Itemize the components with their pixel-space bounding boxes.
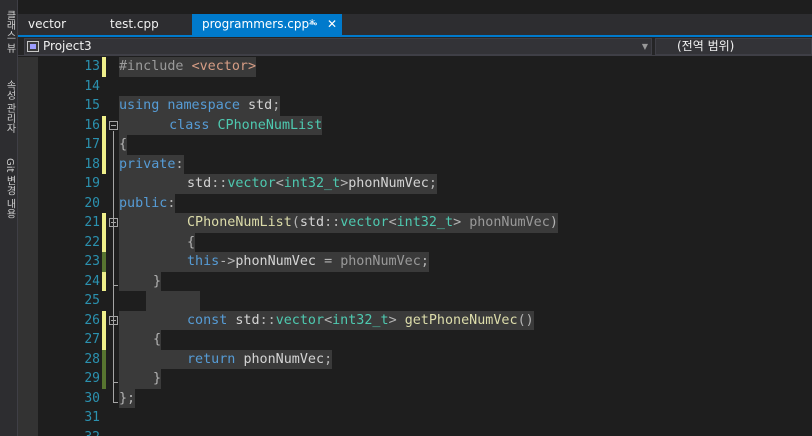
git-changes-tab[interactable]: Git 변경 내용: [1, 158, 17, 219]
code-line-27: {: [119, 330, 162, 350]
class-view-tab[interactable]: 클래스 뷰: [1, 10, 17, 53]
glyph-margin: [18, 57, 38, 436]
line-number: 21: [84, 215, 100, 230]
code-line-28: return phonNumVec;: [119, 349, 333, 369]
tab-test-cpp[interactable]: test.cpp: [100, 14, 192, 35]
code-line-20: public:: [119, 193, 176, 213]
line-number: 14: [84, 78, 100, 94]
code-line-13: #include <vector>: [119, 57, 257, 77]
line-number: 29: [84, 371, 100, 386]
collapse-icon[interactable]: [109, 316, 118, 325]
line-number: 30: [84, 390, 100, 406]
line-number: 31: [84, 410, 100, 425]
tab-label: test.cpp: [110, 17, 159, 31]
code-line-22: {: [119, 232, 196, 252]
tab-vector[interactable]: vector: [18, 14, 100, 35]
unsaved-change-marker: [102, 213, 106, 252]
property-manager-tab[interactable]: 속성 관리자: [1, 80, 17, 133]
pin-icon[interactable]: ⊸: [309, 14, 317, 35]
line-number: 32: [38, 428, 100, 436]
code-line-26: const std::vector<int32_t> getPhoneNumVe…: [119, 310, 534, 330]
outline-end: [113, 285, 118, 286]
unsaved-change-marker: [102, 310, 106, 350]
code-line-19: std::vector<int32_t>phonNumVec;: [119, 174, 437, 194]
line-number: 16: [84, 117, 100, 133]
tab-label: programmers.cpp*: [202, 17, 316, 31]
line-number: 15: [84, 98, 100, 113]
code-line-21: CPhoneNumList(std::vector<int32_t> phonN…: [119, 213, 558, 233]
navigation-bar: Project3 ▼ (전역 범위): [18, 37, 812, 56]
tab-label: vector: [28, 17, 67, 31]
code-line-24: }: [119, 271, 162, 291]
line-number: 22: [84, 234, 100, 250]
saved-change-marker: [102, 252, 106, 272]
code-line-30: };: [119, 388, 136, 408]
unsaved-change-marker: [102, 115, 106, 174]
code-editor[interactable]: 13 14 15 16 17 18 19 20 21 22 23 24 25 2…: [18, 57, 812, 436]
line-number: 26: [84, 312, 100, 328]
outline-end: [113, 382, 118, 383]
code-line-16: class CPhoneNumList: [119, 115, 323, 135]
close-icon[interactable]: ✕: [327, 14, 337, 35]
collapse-icon[interactable]: [109, 121, 118, 130]
chevron-down-icon: ▼: [641, 42, 648, 51]
code-line-18: private:: [119, 154, 184, 174]
unsaved-change-marker: [102, 271, 106, 291]
line-number: 27: [84, 332, 100, 347]
line-number: 24: [84, 273, 100, 289]
tab-programmers-cpp[interactable]: programmers.cpp* ⊸ ✕: [192, 14, 342, 35]
project-name: Project3: [43, 39, 92, 53]
unsaved-change-marker: [102, 57, 106, 77]
line-number: 20: [84, 195, 100, 211]
saved-change-marker: [102, 349, 106, 389]
outline-end: [113, 402, 118, 403]
line-number: 25: [84, 293, 100, 308]
side-tool-strip: 클래스 뷰 속성 관리자 Git 변경 내용: [0, 0, 18, 436]
collapse-icon[interactable]: [109, 218, 118, 227]
code-line-15: using namespace std;: [119, 96, 281, 116]
document-tab-bar: vector test.cpp programmers.cpp* ⊸ ✕: [18, 14, 812, 35]
outline-guide: [113, 131, 114, 402]
line-number: 23: [84, 254, 100, 269]
code-line-25: [146, 291, 200, 311]
cpp-project-icon: [27, 41, 39, 52]
line-number: 19: [84, 176, 100, 191]
line-number: 18: [84, 156, 100, 172]
scope-label: (전역 범위): [677, 39, 735, 53]
line-number: 28: [84, 351, 100, 367]
scope-dropdown[interactable]: (전역 범위): [655, 38, 812, 55]
code-line-17: {: [119, 135, 128, 155]
code-line-23: this->phonNumVec = phonNumVec;: [119, 252, 429, 272]
project-dropdown[interactable]: Project3 ▼: [24, 38, 652, 55]
line-number: 17: [84, 137, 100, 152]
line-number: 13: [84, 59, 100, 74]
code-line-29: }: [119, 369, 162, 389]
